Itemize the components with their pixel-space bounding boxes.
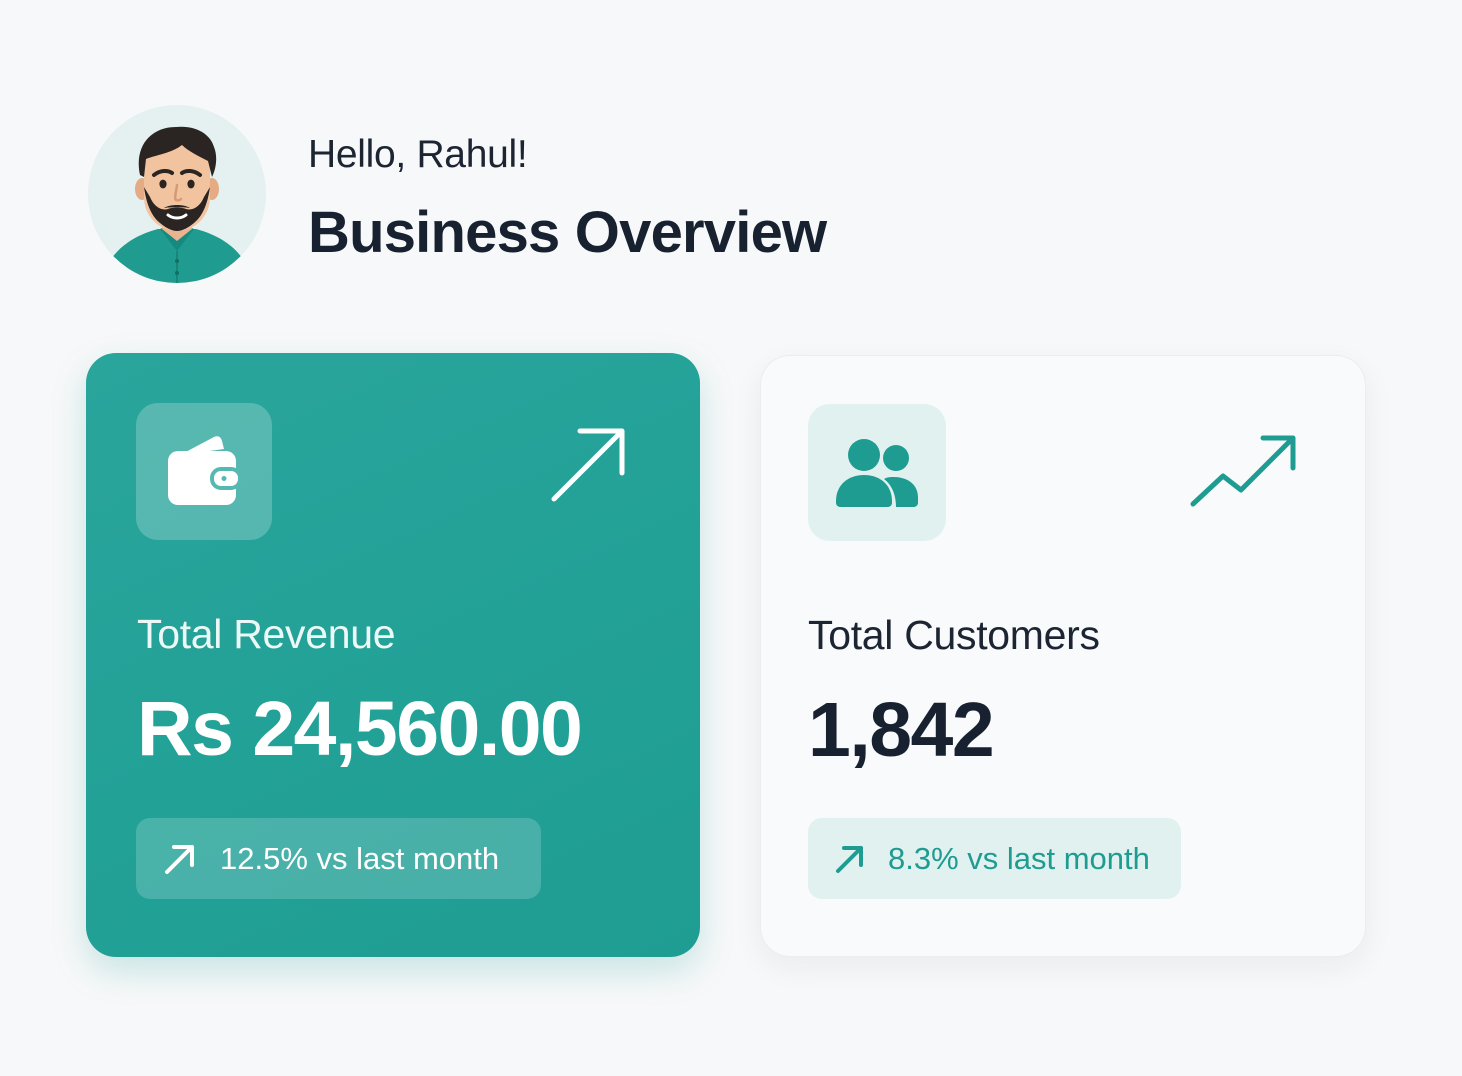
page-title: Business Overview bbox=[308, 200, 827, 265]
avatar[interactable] bbox=[88, 105, 266, 283]
total-customers-card[interactable]: Total Customers 1,842 8.3% vs last month bbox=[760, 355, 1366, 957]
total-customers-label: Total Customers bbox=[808, 612, 1100, 658]
arrow-up-right-icon bbox=[165, 844, 194, 874]
revenue-change-text: 12.5% vs last month bbox=[220, 840, 500, 876]
wallet-icon-tile bbox=[136, 403, 272, 540]
trending-up-icon bbox=[1190, 435, 1296, 507]
total-revenue-label: Total Revenue bbox=[137, 611, 396, 657]
total-customers-value: 1,842 bbox=[808, 687, 995, 773]
arrow-up-right-icon bbox=[551, 428, 625, 502]
total-revenue-value: Rs 24,560.00 bbox=[137, 686, 583, 772]
wallet-icon bbox=[168, 435, 242, 505]
total-revenue-card[interactable]: Total Revenue Rs 24,560.00 12.5% vs last… bbox=[86, 353, 700, 957]
greeting-text: Hello, Rahul! bbox=[308, 133, 528, 176]
users-icon-tile bbox=[808, 404, 946, 541]
revenue-change-badge: 12.5% vs last month bbox=[136, 818, 541, 899]
customers-change-text: 8.3% vs last month bbox=[888, 840, 1150, 876]
user-avatar-icon bbox=[102, 126, 252, 283]
arrow-up-right-icon bbox=[836, 845, 863, 873]
users-icon bbox=[836, 438, 918, 507]
customers-change-badge: 8.3% vs last month bbox=[808, 818, 1181, 899]
